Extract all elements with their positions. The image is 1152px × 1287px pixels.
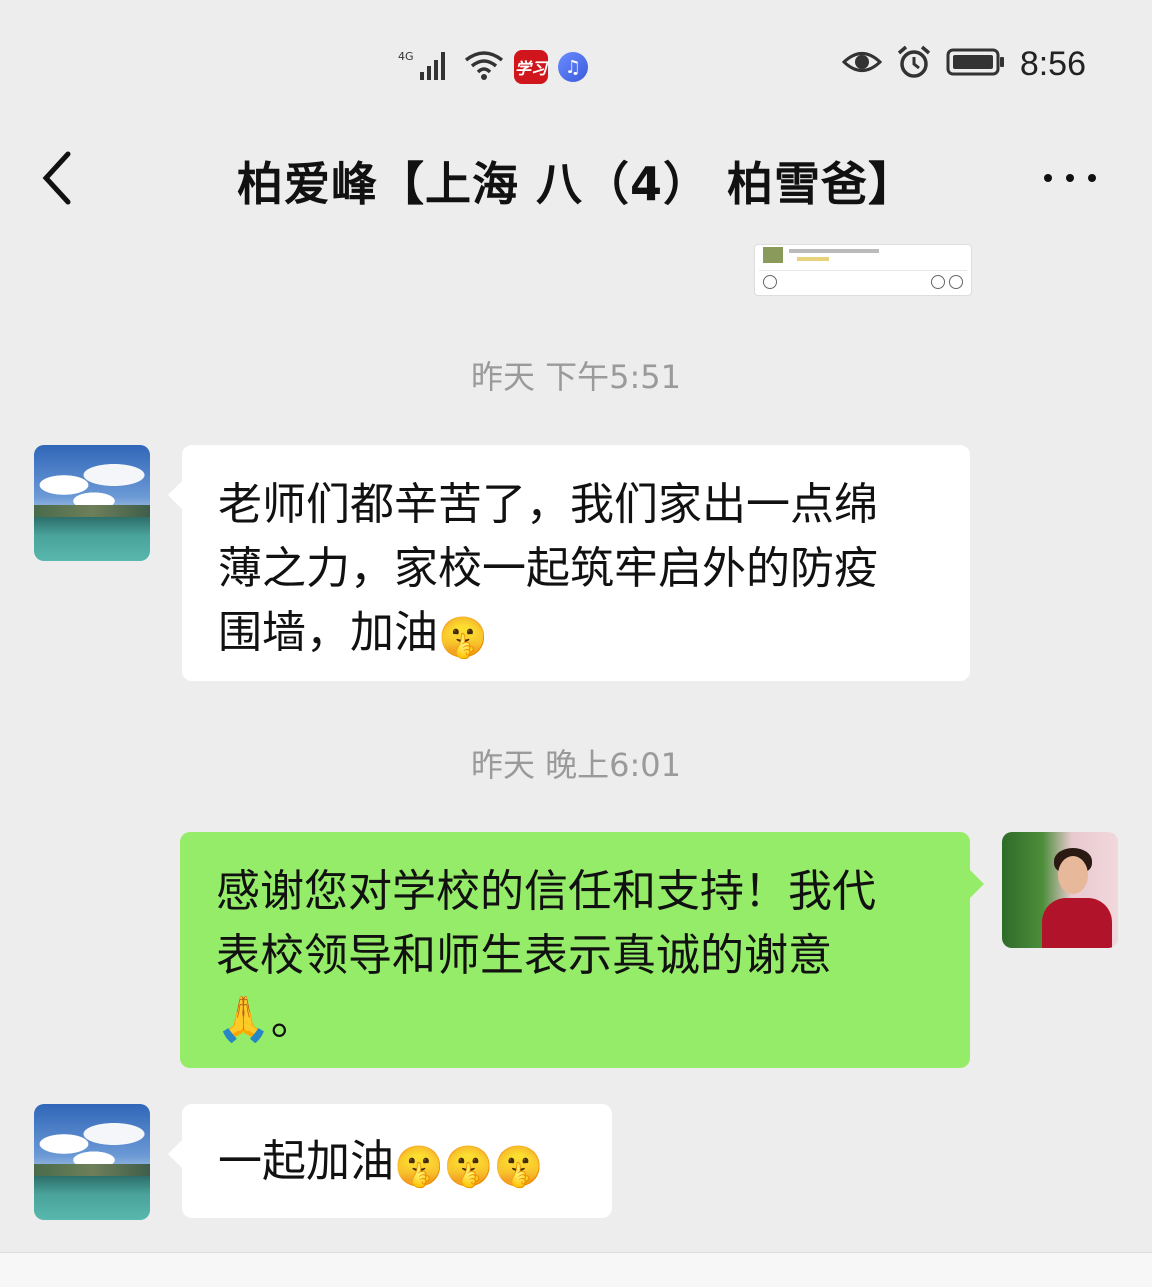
message-line: 表校领导和师生表示真诚的谢意 (216, 930, 832, 981)
outgoing-message-bubble[interactable]: 感谢您对学校的信任和支持！我代 表校领导和师生表示真诚的谢意 🙏。 (180, 832, 984, 1068)
eye-icon (841, 47, 882, 81)
shush-face-emoji: 🤫 (443, 1144, 494, 1190)
chat-title: 柏爱峰【上海 八（4） 柏雪爸】 (236, 157, 916, 211)
incoming-message-bubble[interactable]: 老师们都辛苦了，我们家出一点绵 薄之力，家校一起筑牢启外的防疫 围墙，加油🤫 (168, 445, 970, 681)
signal-icon: 4G (398, 48, 454, 86)
chat-header: 柏爱峰【上海 八（4） 柏雪爸】 (0, 130, 1152, 230)
message-line: 围墙，加油 (218, 607, 438, 658)
status-icons-right: 8:56 (841, 44, 1086, 84)
message-line: 感谢您对学校的信任和支持！我代 (216, 866, 876, 917)
incoming-message-bubble[interactable]: 一起加油🤫🤫🤫 (168, 1104, 612, 1218)
network-label: 4G (398, 50, 414, 63)
message-line: 老师们都辛苦了，我们家出一点绵 (218, 479, 878, 530)
status-icons-center: 4G 学习 ♫ (398, 48, 588, 86)
previous-image-message[interactable] (754, 244, 972, 296)
status-bar: 4G 学习 ♫ 8:56 (0, 0, 1152, 130)
contact-avatar[interactable] (34, 1104, 150, 1220)
study-app-icon: 学习 (514, 50, 548, 84)
message-text: 一起加油 (218, 1136, 394, 1187)
clock-time: 8:56 (1019, 44, 1086, 83)
battery-icon (946, 47, 1006, 81)
shush-face-emoji: 🤫 (493, 1144, 544, 1190)
contact-avatar[interactable] (34, 445, 150, 561)
message-line: 🙏。 (216, 994, 315, 1045)
wifi-icon (464, 48, 504, 86)
more-options-button[interactable] (1042, 152, 1098, 202)
my-avatar[interactable] (1002, 832, 1118, 948)
alarm-icon (896, 44, 932, 84)
message-timestamp: 昨天 下午5:51 (470, 358, 682, 396)
message-timestamp: 昨天 晚上6:01 (470, 746, 682, 784)
music-icon: ♫ (558, 52, 588, 82)
input-bar[interactable] (0, 1252, 1152, 1287)
message-line: 薄之力，家校一起筑牢启外的防疫 (218, 543, 878, 594)
shush-face-emoji: 🤫 (438, 615, 488, 661)
shush-face-emoji: 🤫 (394, 1144, 444, 1190)
more-dots-icon (1044, 174, 1052, 182)
